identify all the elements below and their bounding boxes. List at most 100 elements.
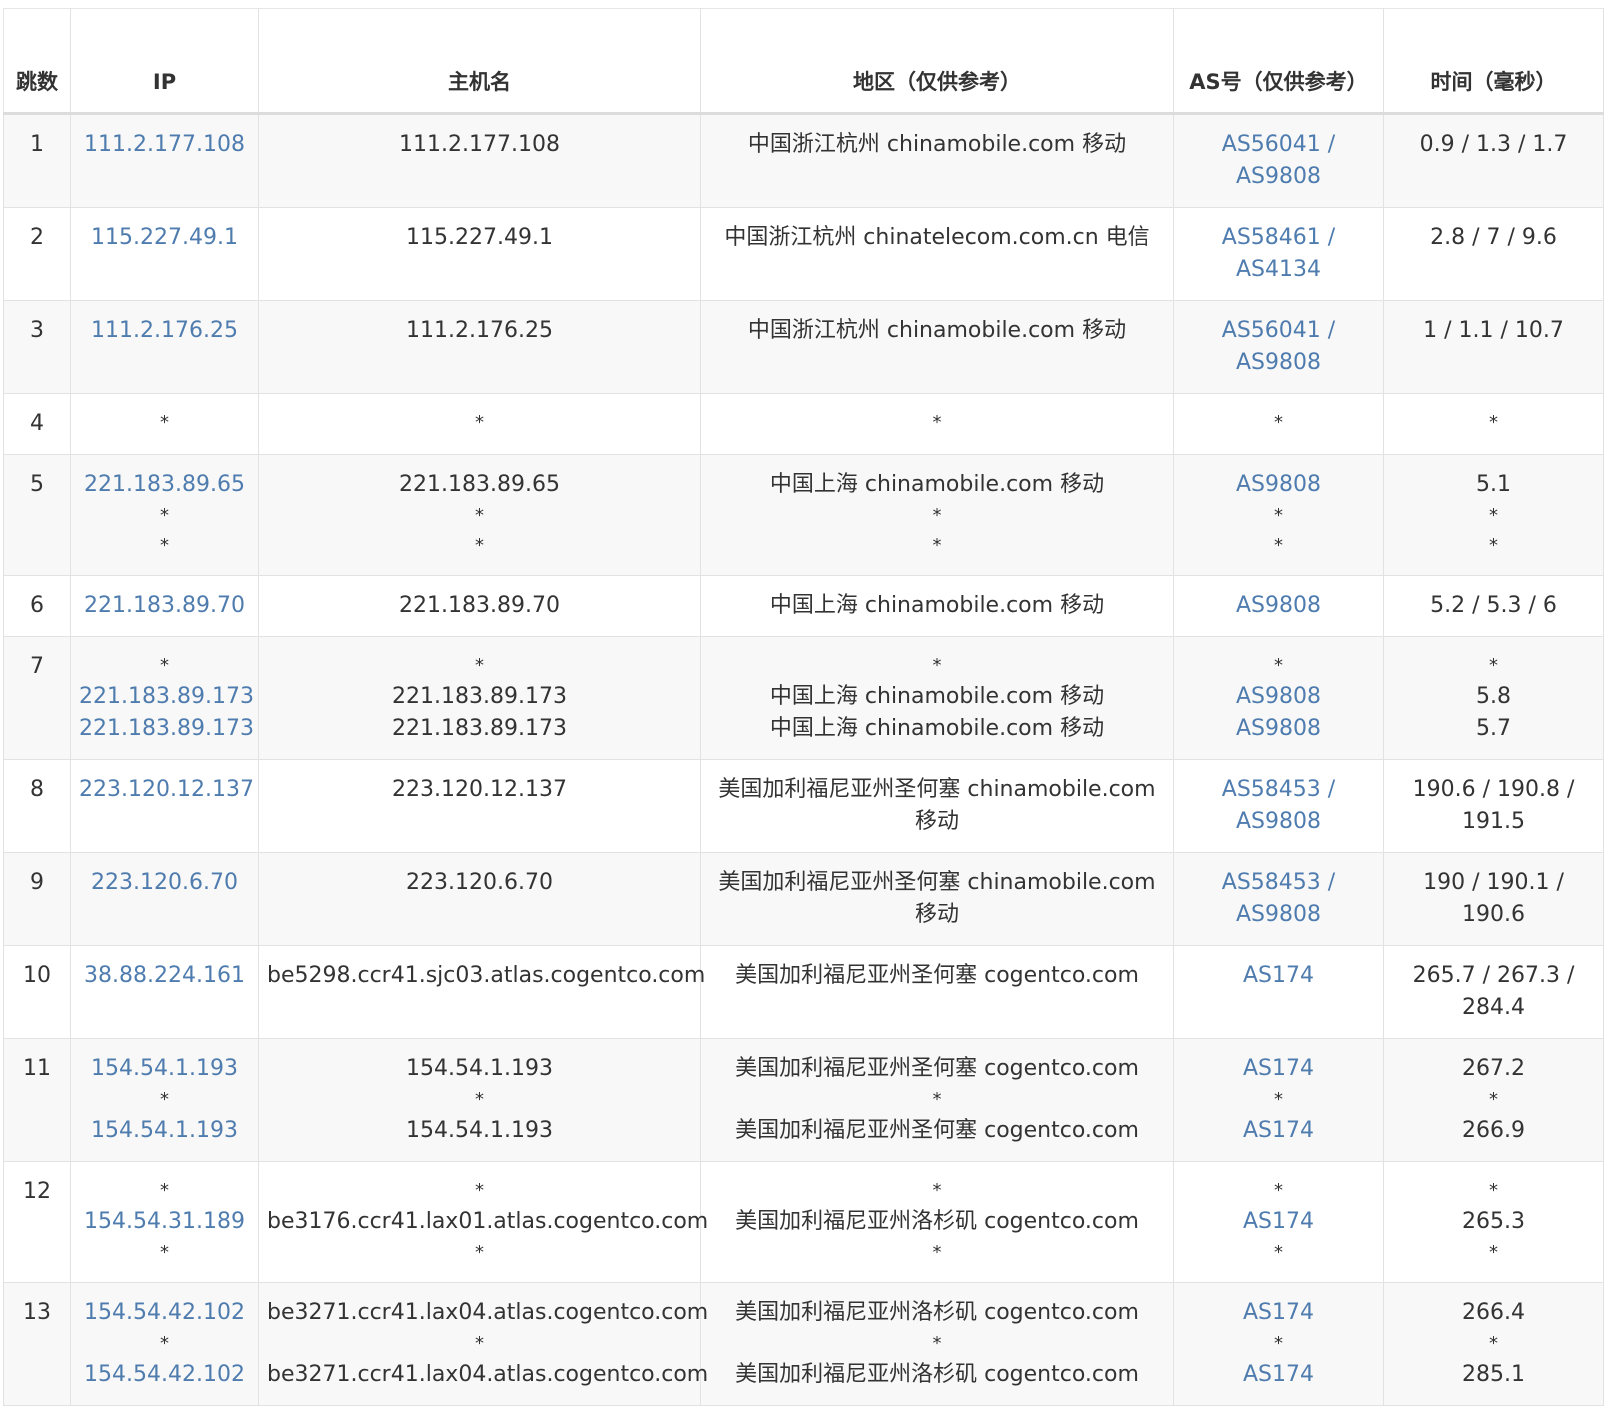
time-cell: 5.1 * * — [1383, 454, 1604, 576]
time-cell: 267.2 * 266.9 — [1383, 1038, 1604, 1162]
time-cell: 190 / 190.1 / 190.6 — [1383, 852, 1604, 946]
time-cell: * 5.8 5.7 — [1383, 636, 1604, 760]
hop-cell: 3 — [3, 300, 71, 394]
hop-cell: 8 — [3, 759, 71, 853]
timeout-marker: * — [160, 1242, 169, 1263]
region-value: 中国浙江杭州 chinatelecom.com.cn 电信 — [724, 225, 1150, 250]
region-value: 中国浙江杭州 chinamobile.com 移动 — [747, 318, 1127, 343]
timeout-marker: * — [475, 1089, 484, 1110]
time-cell: 190.6 / 190.8 / 191.5 — [1383, 759, 1604, 853]
table-row: 13 154.54.42.102 * 154.54.42.102 be3271.ccr4… — [3, 1282, 1604, 1406]
timeout-marker: * — [160, 1089, 169, 1110]
as-link[interactable]: AS56041 / AS9808 — [1182, 129, 1375, 193]
hostname-cell: * 221.183.89.173 221.183.89.173 — [258, 636, 701, 760]
timeout-marker: * — [932, 1089, 942, 1110]
region-cell: 美国加利福尼亚州圣何塞 chinamobile.com 移动 — [700, 759, 1174, 853]
time-value: 190 / 190.1 / 190.6 — [1423, 870, 1564, 927]
as-link[interactable]: AS9808 — [1182, 469, 1375, 501]
header-row: 跳数 IP 主机名 地区（仅供参考） AS号（仅供参考） 时间（毫秒） — [3, 8, 1604, 115]
timeout-marker: * — [160, 1180, 169, 1201]
as-link[interactable]: AS9808 — [1182, 713, 1375, 745]
host-value: 111.2.176.25 — [406, 318, 553, 343]
host-value: 221.183.89.173 — [392, 716, 567, 741]
host-value: 223.120.12.137 — [392, 777, 567, 802]
time-value: 266.4 — [1462, 1300, 1525, 1325]
time-cell: * — [1383, 393, 1604, 455]
ip-link[interactable]: 221.183.89.173 — [79, 681, 254, 713]
hostname-cell: * — [258, 393, 701, 455]
ip-link[interactable]: 111.2.176.25 — [79, 315, 250, 347]
ip-link[interactable]: 221.183.89.70 — [79, 590, 250, 622]
as-link[interactable]: AS58453 / AS9808 — [1182, 774, 1375, 838]
hostname-cell: 111.2.176.25 — [258, 300, 701, 394]
ip-link[interactable]: 154.54.42.102 — [79, 1297, 250, 1329]
as-link[interactable]: AS174 — [1182, 1206, 1375, 1238]
as-link[interactable]: AS174 — [1182, 960, 1375, 992]
host-value: 221.183.89.173 — [392, 684, 567, 709]
as-link[interactable]: AS58461 / AS4134 — [1182, 222, 1375, 286]
region-value: 美国加利福尼亚州圣何塞 cogentco.com — [735, 1118, 1139, 1143]
as-cell: AS9808 — [1173, 575, 1384, 637]
traceroute-table-wrapper: 跳数 IP 主机名 地区（仅供参考） AS号（仅供参考） 时间（毫秒） 1 111… — [3, 8, 1604, 1406]
as-link[interactable]: AS58453 / AS9808 — [1182, 867, 1375, 931]
time-value: 265.7 / 267.3 / 284.4 — [1412, 963, 1575, 1020]
table-row: 7 * 221.183.89.173 221.183.89.173 * 221.183.8… — [3, 636, 1604, 760]
host-value: 223.120.6.70 — [406, 870, 553, 895]
as-link[interactable]: AS9808 — [1182, 681, 1375, 713]
time-value: 267.2 — [1462, 1056, 1525, 1081]
region-cell: 中国浙江杭州 chinamobile.com 移动 — [700, 300, 1174, 394]
hop-cell: 5 — [3, 454, 71, 576]
ip-link[interactable]: 154.54.31.189 — [79, 1206, 250, 1238]
time-value: 2.8 / 7 / 9.6 — [1430, 225, 1557, 250]
hostname-cell: 111.2.177.108 — [258, 113, 701, 208]
ip-link[interactable]: 223.120.12.137 — [79, 774, 254, 806]
region-value: 中国上海 chinamobile.com 移动 — [769, 472, 1105, 497]
timeout-marker: * — [932, 655, 942, 676]
ip-link[interactable]: 221.183.89.173 — [79, 713, 254, 745]
time-cell: 5.2 / 5.3 / 6 — [1383, 575, 1604, 637]
as-cell: AS174 — [1173, 945, 1384, 1039]
timeout-marker: * — [475, 412, 484, 433]
timeout-marker: * — [475, 535, 484, 556]
region-cell: 中国浙江杭州 chinamobile.com 移动 — [700, 113, 1174, 208]
ip-cell: 221.183.89.70 — [70, 575, 259, 637]
timeout-marker: * — [1274, 535, 1283, 556]
as-cell: * AS9808 AS9808 — [1173, 636, 1384, 760]
table-row: 1 111.2.177.108 111.2.177.108 中国浙江杭州 chinam… — [3, 113, 1604, 208]
timeout-marker: * — [932, 505, 942, 526]
timeout-marker: * — [475, 1242, 484, 1263]
timeout-marker: * — [1489, 1089, 1498, 1110]
timeout-marker: * — [932, 1333, 942, 1354]
region-value: 美国加利福尼亚州洛杉矶 cogentco.com — [735, 1362, 1139, 1387]
as-link[interactable]: AS174 — [1182, 1115, 1375, 1147]
ip-link[interactable]: 154.54.1.193 — [79, 1053, 250, 1085]
as-link[interactable]: AS56041 / AS9808 — [1182, 315, 1375, 379]
timeout-marker: * — [932, 1180, 942, 1201]
table-row: 5 221.183.89.65 * * 221.183.89.65 * * 中国上海 chin… — [3, 454, 1604, 576]
ip-link[interactable]: 221.183.89.65 — [79, 469, 250, 501]
hop-cell: 12 — [3, 1161, 71, 1283]
host-value: 221.183.89.70 — [399, 593, 560, 618]
ip-link[interactable]: 223.120.6.70 — [79, 867, 250, 899]
ip-link[interactable]: 111.2.177.108 — [79, 129, 250, 161]
as-link[interactable]: AS174 — [1182, 1359, 1375, 1391]
as-link[interactable]: AS174 — [1182, 1297, 1375, 1329]
time-value: 5.1 — [1476, 472, 1511, 497]
table-header: 跳数 IP 主机名 地区（仅供参考） AS号（仅供参考） 时间（毫秒） — [3, 8, 1604, 115]
ip-link[interactable]: 115.227.49.1 — [79, 222, 250, 254]
traceroute-table: 跳数 IP 主机名 地区（仅供参考） AS号（仅供参考） 时间（毫秒） 1 111… — [3, 8, 1604, 1406]
as-link[interactable]: AS174 — [1182, 1053, 1375, 1085]
region-value: 美国加利福尼亚州洛杉矶 cogentco.com — [735, 1209, 1139, 1234]
host-value: be3271.ccr41.lax04.atlas.cogentco.com — [267, 1300, 709, 1325]
hop-cell: 7 — [3, 636, 71, 760]
as-link[interactable]: AS9808 — [1182, 590, 1375, 622]
timeout-marker: * — [475, 1180, 484, 1201]
region-cell: * — [700, 393, 1174, 455]
ip-link[interactable]: 154.54.42.102 — [79, 1359, 250, 1391]
ip-link[interactable]: 154.54.1.193 — [79, 1115, 250, 1147]
ip-link[interactable]: 38.88.224.161 — [79, 960, 250, 992]
region-cell: 中国上海 chinamobile.com 移动 — [700, 575, 1174, 637]
table-row: 10 38.88.224.161 be5298.ccr41.sjc03.atlas.… — [3, 945, 1604, 1039]
region-cell: 中国上海 chinamobile.com 移动 * * — [700, 454, 1174, 576]
table-row: 11 154.54.1.193 * 154.54.1.193 154.54.1.193 *… — [3, 1038, 1604, 1162]
